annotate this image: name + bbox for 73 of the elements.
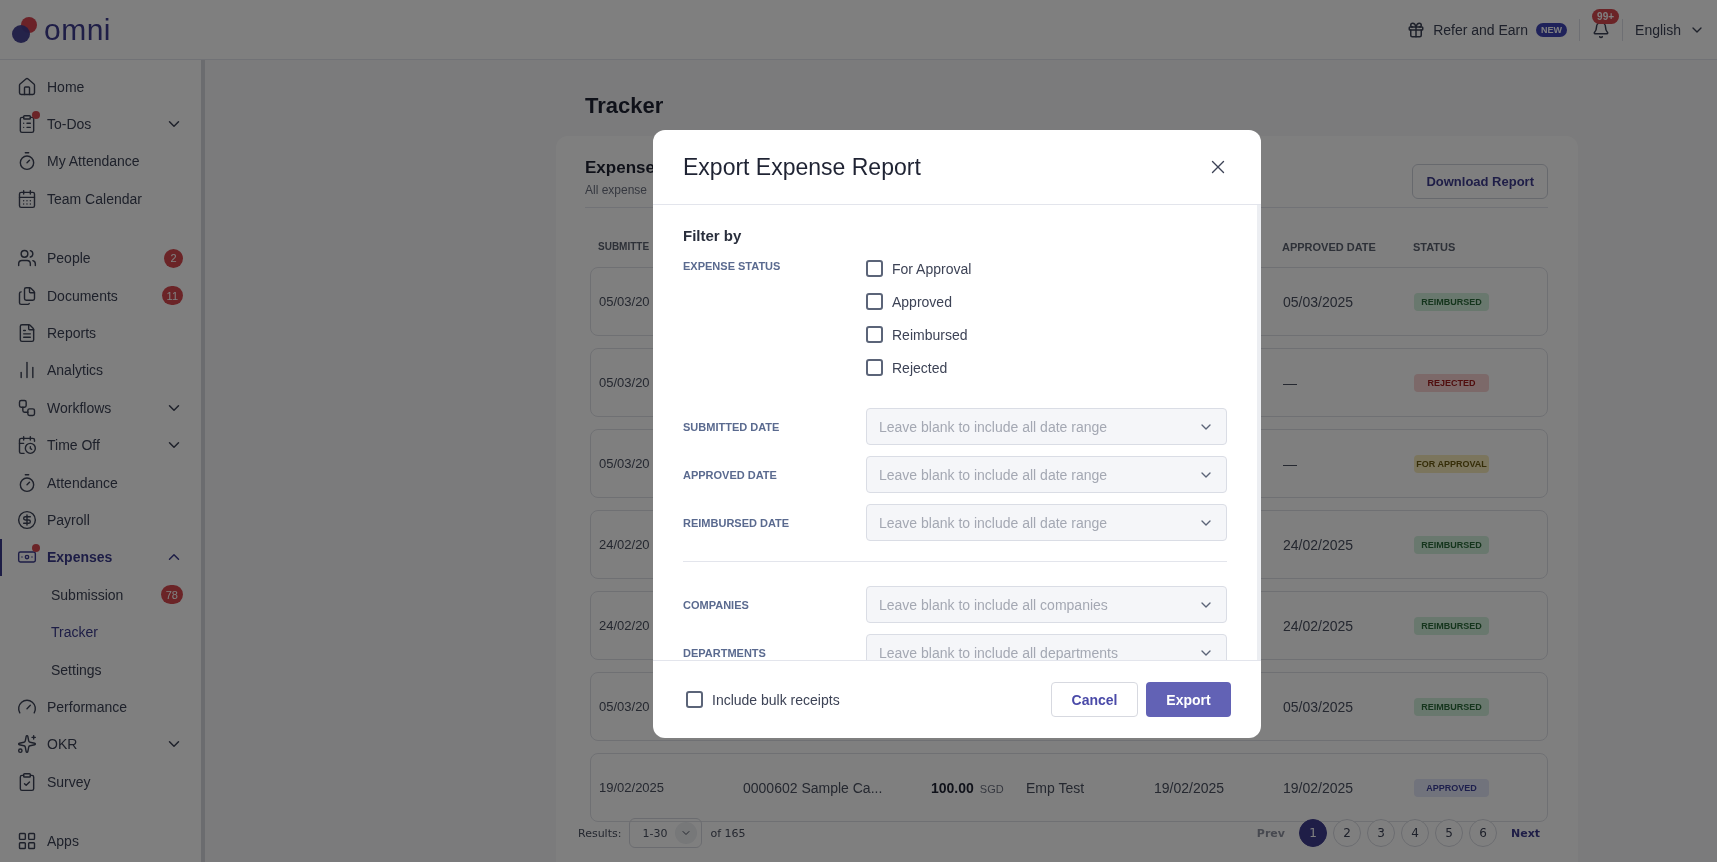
status-badge: REIMBURSED (1414, 535, 1489, 554)
field-label: APPROVED DATE (683, 468, 778, 481)
amount: 100.00 (931, 779, 974, 796)
checkbox-label: Reimbursed (892, 326, 968, 343)
table-cell: 19/02/2025 (599, 780, 665, 795)
checkbox-label: Rejected (892, 359, 948, 376)
status-badge: APPROVED (1414, 778, 1489, 797)
field-label: REIMBURSED DATE (683, 516, 791, 529)
sidebar-label: Home (47, 78, 86, 95)
page-title: Tracker (585, 93, 665, 119)
checkbox-label: Include bulk receipts (712, 691, 840, 708)
sidebar-label: OKR (47, 736, 79, 753)
table-cell: 05/03/20 (599, 456, 650, 471)
sidebar-label: Survey (47, 773, 92, 790)
results-total: of 165 (710, 826, 746, 840)
table-cell: 05/03/20 (599, 375, 650, 390)
table-cell: 05/03/20 (599, 294, 650, 309)
status-badge: REJECTED (1414, 373, 1489, 392)
sidebar-label: Team Calendar (47, 190, 143, 207)
count-badge: 11 (161, 286, 183, 306)
sidebar-label: Performance (47, 698, 129, 715)
table-cell-text: — (1283, 374, 1298, 391)
status-badge: REIMBURSED (1414, 697, 1489, 716)
sidebar-label: Submission (51, 586, 125, 603)
checkbox-label: Approved (892, 293, 952, 310)
results-label: Results: (578, 826, 622, 840)
sidebar-label: Time Off (47, 437, 101, 454)
table-cell-text: Emp Test (1026, 779, 1086, 796)
logo-text: omni (44, 12, 112, 47)
column-header: STATUS (1413, 241, 1457, 253)
table-cell-text: — (1283, 455, 1298, 472)
table-cell-text: 24/02/2025 (1283, 536, 1355, 553)
sidebar-label: Reports (47, 325, 98, 342)
sidebar-label: Attendance (47, 474, 119, 491)
currency: SGD (979, 782, 1004, 795)
table-cell: 24/02/20 (599, 537, 650, 552)
count-badge: 2 (164, 248, 183, 268)
table-cell: 24/02/20 (599, 618, 650, 633)
table-cell: 05/03/20 (599, 699, 650, 714)
table-cell-text: 24/02/2025 (1283, 617, 1355, 634)
field-label: COMPANIES (683, 598, 750, 611)
sidebar-label: People (47, 250, 92, 267)
table-cell-text: 19/02/2025 (1283, 779, 1355, 796)
sidebar-label: Payroll (47, 512, 91, 528)
sidebar-label: Expenses (47, 549, 114, 566)
sidebar-label: My Attendance (47, 153, 141, 170)
sidebar-label: To-Dos (47, 116, 93, 133)
filter-heading: Filter by (683, 227, 743, 244)
table-cell-text: 19/02/2025 (1154, 779, 1226, 796)
card-title: Expense (585, 158, 655, 178)
field-label: EXPENSE STATUS (683, 260, 782, 272)
sidebar-label: Workflows (47, 399, 113, 416)
status-badge: REIMBURSED (1414, 292, 1489, 311)
sidebar-label: Settings (51, 661, 103, 678)
column-header: APPROVED DATE (1282, 241, 1377, 253)
sidebar-label: Tracker (51, 624, 99, 641)
column-header: SUBMITTE (598, 241, 650, 253)
field-label: SUBMITTED DATE (683, 420, 781, 433)
card-subtitle: All expense (585, 183, 649, 197)
table-cell-text: 05/03/2025 (1283, 293, 1355, 310)
table-cell-text: 0000602 Sample Ca... (743, 779, 884, 796)
sidebar-label: Documents (47, 287, 119, 304)
field-label: DEPARTMENTS (683, 646, 767, 659)
checkbox-label: For Approval (892, 260, 972, 277)
count-badge: 78 (160, 585, 183, 605)
status-badge: REIMBURSED (1414, 616, 1489, 635)
new-badge: NEW (1536, 22, 1568, 37)
notification-count: 99+ (1592, 8, 1620, 24)
sidebar-label: Apps (47, 833, 80, 850)
table-cell-text: 05/03/2025 (1283, 698, 1355, 715)
sidebar-label: Analytics (47, 362, 105, 379)
status-badge: FOR APPROVAL (1414, 454, 1489, 473)
dialog-title: Export Expense Report (683, 153, 921, 181)
